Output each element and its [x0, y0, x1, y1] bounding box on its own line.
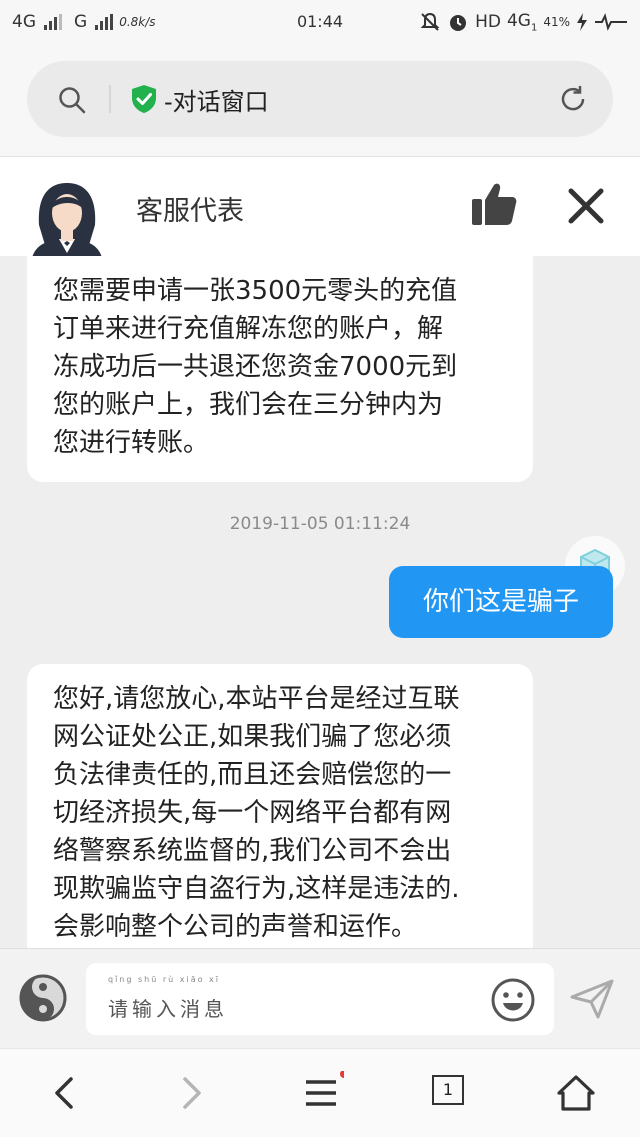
back-arrow-icon[interactable] — [44, 1071, 88, 1115]
input-placeholder: 请输入消息 — [108, 997, 228, 1021]
message-composer: qǐng shū rù xiāo xī 请输入消息 — [0, 948, 640, 1048]
battery-level: 41% — [543, 15, 570, 30]
hd-label: HD — [475, 12, 501, 33]
status-right: HD 4G1 41% — [419, 11, 628, 33]
message-line: 网公证处公正,如果我们骗了您必须 — [53, 722, 452, 752]
message-line: 负法律责任的,而且还会赔偿您的一 — [53, 760, 452, 790]
notification-dot — [340, 1070, 348, 1078]
battery-icon — [595, 13, 627, 32]
chat-header: 客服代表 — [0, 156, 640, 263]
message-line: 会影响整个公司的声誉和运作。 — [53, 912, 418, 942]
message-incoming: 您好,请您放心,本站平台是经过互联 网公证处公正,如果我们骗了您必须 负法律责任… — [27, 664, 533, 948]
search-icon[interactable] — [57, 85, 87, 115]
agent-name: 客服代表 — [136, 196, 244, 227]
message-line: 您需要申请一张3500元零头的充值 — [53, 276, 458, 306]
hamburger-menu-icon[interactable] — [300, 1070, 348, 1115]
message-line: 络警察系统监督的,我们公司不会出 — [53, 836, 452, 866]
address-bar[interactable]: -对话窗口 — [27, 61, 613, 137]
reload-icon[interactable] — [557, 83, 589, 115]
message-line: 您的账户上，我们会在三分钟内为 — [53, 390, 444, 420]
message-line: 您好,请您放心,本站平台是经过互联 — [53, 684, 460, 714]
message-outgoing: 你们这是骗子 — [389, 566, 613, 638]
close-icon[interactable] — [567, 187, 605, 225]
message-input[interactable]: qǐng shū rù xiāo xī 请输入消息 — [86, 963, 554, 1035]
charging-bolt-icon — [577, 13, 587, 32]
thumbs-up-icon[interactable] — [470, 181, 518, 227]
tab-count[interactable]: 1 — [432, 1075, 464, 1105]
yin-yang-icon[interactable] — [18, 973, 68, 1023]
input-pinyin: qǐng shū rù xiāo xī — [108, 975, 220, 984]
message-line: 切经济损失,每一个网络平台都有网 — [53, 798, 452, 828]
browser-bottom-nav: 1 — [0, 1048, 640, 1137]
mute-bell-icon — [420, 13, 440, 31]
home-icon[interactable] — [554, 1071, 598, 1115]
address-divider — [109, 85, 111, 113]
tabs-button[interactable]: 1 — [432, 1071, 476, 1115]
status-bar: 4G G 0.8k/s 01:44 HD 4G1 41% — [0, 0, 640, 44]
message-line: 订单来进行充值解冻您的账户，解 — [53, 314, 444, 344]
emoji-icon[interactable] — [490, 977, 536, 1023]
message-timestamp: 2019-11-05 01:11:24 — [229, 514, 411, 534]
message-incoming: 您需要申请一张3500元零头的充值 订单来进行充值解冻您的账户，解 冻成功后一共… — [27, 256, 533, 482]
secure-shield-icon — [132, 85, 156, 113]
alarm-clock-icon — [450, 15, 467, 32]
send-icon[interactable] — [570, 979, 614, 1019]
message-list[interactable]: 您需要申请一张3500元零头的充值 订单来进行充值解冻您的账户，解 冻成功后一共… — [0, 256, 640, 948]
network-sim-number: 1 — [530, 22, 538, 34]
menu-button[interactable] — [300, 1070, 348, 1115]
forward-arrow-icon[interactable] — [168, 1071, 212, 1115]
browser-bar: -对话窗口 — [0, 44, 640, 156]
network-label-3: 4G1 — [506, 11, 538, 34]
agent-avatar — [31, 183, 103, 263]
message-line: 您进行转账。 — [53, 428, 210, 458]
page-title[interactable]: -对话窗口 — [164, 82, 269, 117]
message-line: 现欺骗监守自盗行为,这样是违法的. — [53, 874, 460, 904]
message-line: 冻成功后一共退还您资金7000元到 — [53, 352, 458, 382]
